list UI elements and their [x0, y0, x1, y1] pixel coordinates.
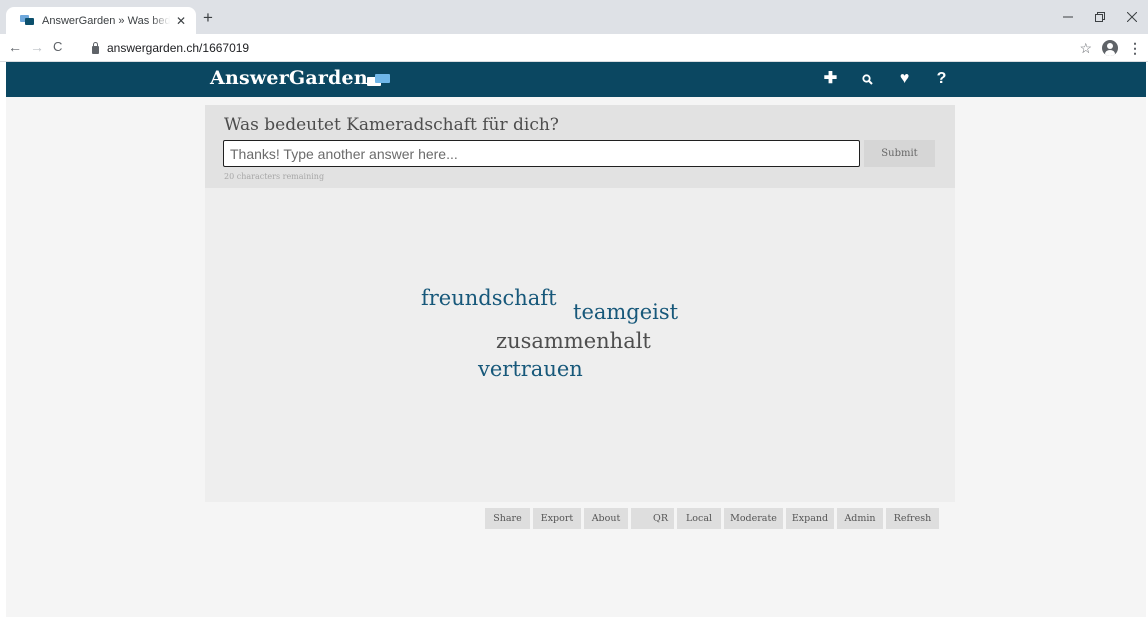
question-title: Was bedeutet Kameradschaft für dich? [224, 115, 559, 135]
export-button[interactable]: Export [533, 508, 581, 529]
heart-icon[interactable]: ♥ [886, 69, 923, 91]
about-button[interactable]: About [584, 508, 628, 529]
tab-title: AnswerGarden » Was bedeutet K [42, 14, 170, 27]
footer-toolbar: Share Export About QR Local Moderate Exp… [485, 508, 939, 529]
local-button[interactable]: Local [677, 508, 721, 529]
answer-input[interactable] [223, 140, 860, 167]
characters-remaining: 20 characters remaining [224, 172, 325, 181]
browser-tab[interactable]: AnswerGarden » Was bedeutet K ✕ [6, 7, 196, 34]
moderate-button[interactable]: Moderate [724, 508, 783, 529]
new-tab-button[interactable]: + [203, 9, 213, 26]
question-header: Was bedeutet Kameradschaft für dich? Sub… [205, 105, 955, 188]
browser-toolbar: ← → C answergarden.ch/1667019 ☆ ⋮ [0, 34, 1148, 62]
reload-icon[interactable]: C [53, 39, 62, 55]
minimize-icon[interactable] [1052, 0, 1084, 34]
answer-panel: Was bedeutet Kameradschaft für dich? Sub… [205, 105, 955, 502]
url-text: answergarden.ch/1667019 [107, 41, 250, 55]
search-icon[interactable] [849, 69, 886, 91]
cloud-word[interactable]: teamgeist [573, 300, 678, 324]
window-controls [1052, 0, 1148, 34]
refresh-button[interactable]: Refresh [886, 508, 939, 529]
cloud-word[interactable]: freundschaft [421, 286, 557, 310]
address-bar[interactable]: answergarden.ch/1667019 [92, 38, 249, 58]
cloud-word[interactable]: vertrauen [478, 357, 583, 381]
brand-title[interactable]: AnswerGarden [210, 67, 368, 89]
submit-button[interactable]: Submit [864, 140, 935, 167]
close-window-icon[interactable] [1116, 0, 1148, 34]
profile-avatar-icon[interactable] [1102, 40, 1118, 56]
logo-icon [367, 74, 391, 88]
browser-tabstrip: AnswerGarden » Was bedeutet K ✕ + [0, 0, 1148, 34]
header-icons: ✚ ♥ ? [812, 69, 960, 91]
page: AnswerGarden ✚ ♥ ? Was bedeutet Kamerads… [6, 62, 1146, 617]
app-header: AnswerGarden ✚ ♥ ? [6, 62, 1146, 97]
cloud-word[interactable]: zusammenhalt [496, 329, 651, 353]
bookmark-star-icon[interactable]: ☆ [1079, 40, 1092, 57]
plus-icon[interactable]: ✚ [812, 69, 849, 91]
restore-icon[interactable] [1084, 0, 1116, 34]
forward-icon[interactable]: → [30, 39, 44, 55]
admin-button[interactable]: Admin [837, 508, 883, 529]
share-button[interactable]: Share [485, 508, 530, 529]
lock-icon [92, 41, 99, 54]
browser-menu-icon[interactable]: ⋮ [1128, 40, 1142, 57]
qr-button[interactable]: QR [631, 508, 674, 529]
expand-button[interactable]: Expand [786, 508, 834, 529]
favicon-icon [20, 15, 34, 26]
help-icon[interactable]: ? [923, 69, 960, 91]
tab-close-icon[interactable]: ✕ [174, 14, 188, 28]
back-icon[interactable]: ← [8, 39, 22, 55]
